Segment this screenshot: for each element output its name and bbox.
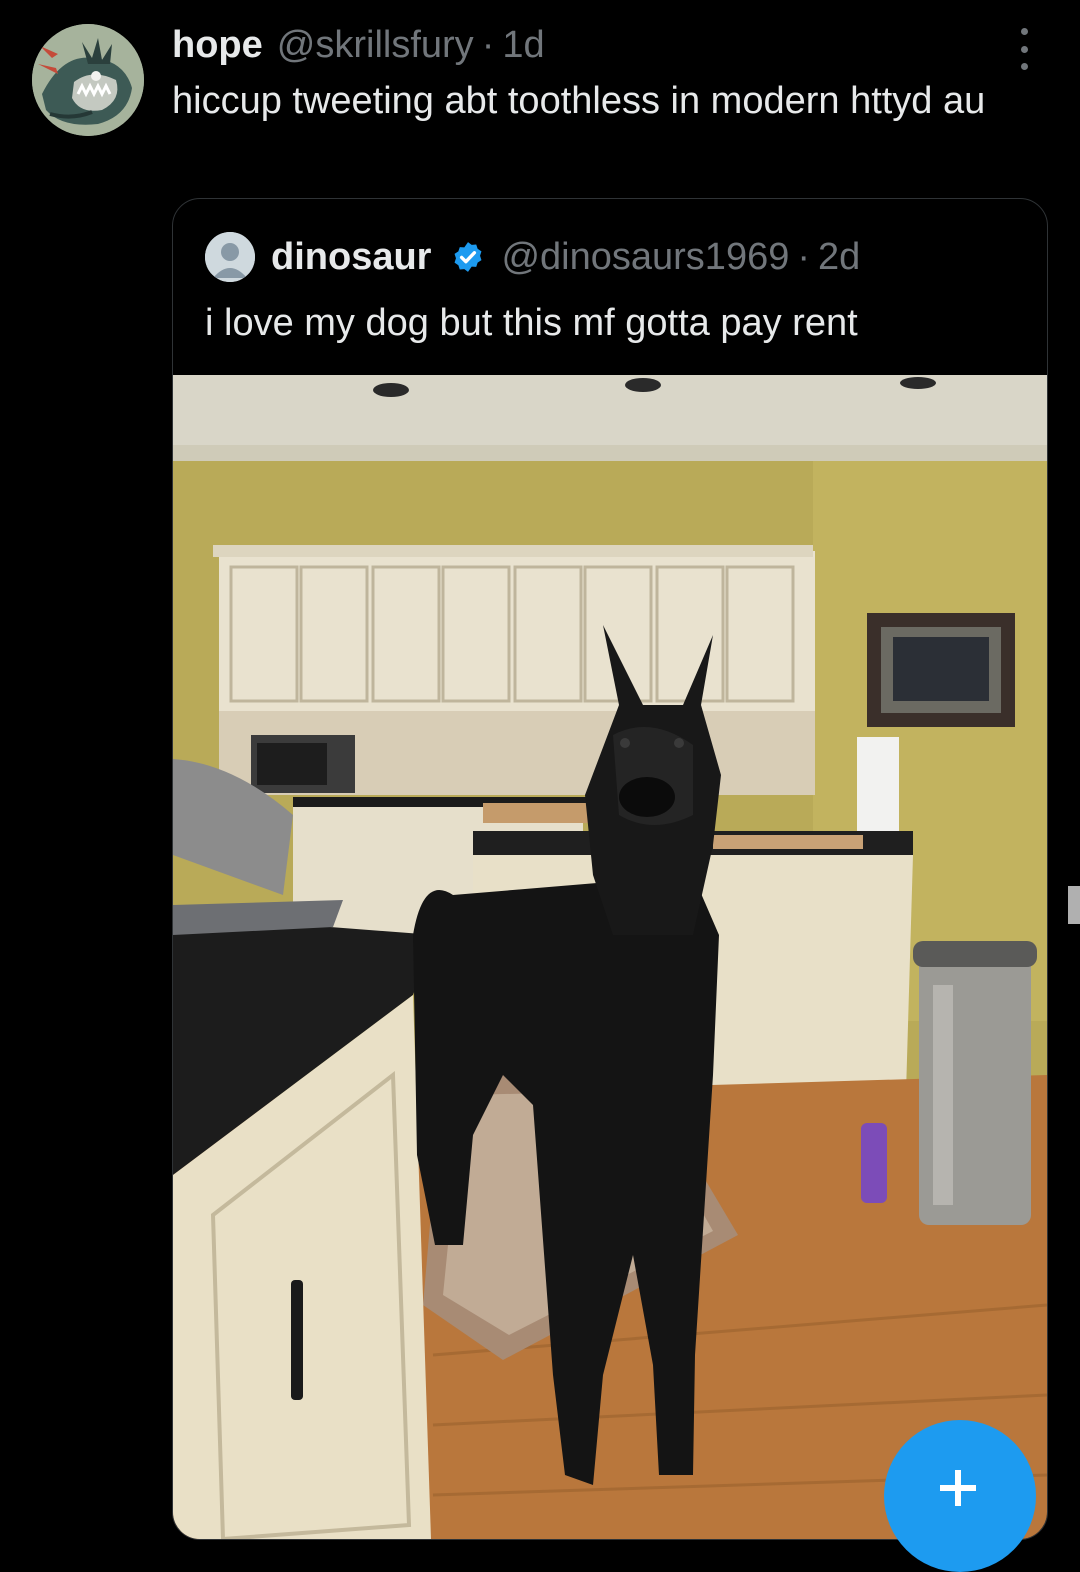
quoted-tweet-card[interactable]: dinosaur @dinosaurs1969 · 2d i love my d… bbox=[172, 198, 1048, 1540]
compose-button[interactable] bbox=[884, 1420, 1036, 1572]
separator-dot: · bbox=[481, 24, 495, 66]
quoted-tweet-text: i love my dog but this mf gotta pay rent bbox=[205, 302, 858, 344]
quoted-user-avatar[interactable] bbox=[205, 232, 255, 282]
tweet-text: hiccup tweeting abt toothless in modern … bbox=[172, 80, 986, 122]
more-dots-icon[interactable] bbox=[1006, 26, 1042, 72]
tweet-header: hope @skrillsfury · 1d bbox=[172, 20, 545, 70]
display-name[interactable]: hope bbox=[172, 20, 263, 70]
quoted-display-name[interactable]: dinosaur bbox=[271, 236, 431, 279]
user-handle[interactable]: @skrillsfury bbox=[277, 20, 474, 70]
user-avatar[interactable] bbox=[32, 24, 144, 136]
verified-badge-icon bbox=[455, 242, 482, 272]
quoted-timestamp[interactable]: 2d bbox=[818, 236, 860, 279]
timestamp[interactable]: 1d bbox=[502, 20, 544, 70]
dragon-avatar-icon bbox=[32, 24, 144, 136]
quoted-separator-dot: · bbox=[797, 235, 811, 278]
quoted-tweet-header: dinosaur @dinosaurs1969 · 2d bbox=[205, 232, 860, 282]
quoted-tweet-photo[interactable] bbox=[173, 375, 1047, 1539]
scroll-indicator[interactable] bbox=[1068, 886, 1080, 924]
plus-icon bbox=[940, 1470, 976, 1506]
quoted-user-handle[interactable]: @dinosaurs1969 bbox=[501, 236, 789, 279]
default-avatar-icon bbox=[205, 232, 255, 282]
